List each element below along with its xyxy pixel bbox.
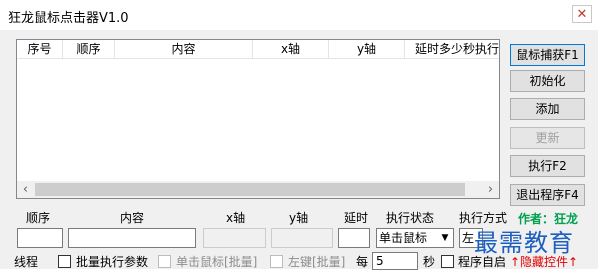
content-input[interactable]	[68, 228, 196, 248]
exec-mode-value: 左	[462, 231, 475, 245]
seconds-label: 秒	[423, 255, 436, 269]
update-button[interactable]: 更新	[510, 127, 585, 149]
column-header-x[interactable]: x轴	[253, 40, 329, 58]
x-input[interactable]	[203, 228, 266, 248]
list-header: 序号 顺序 内容 x轴 y轴 延时多少秒执行	[17, 40, 499, 59]
content-label: 内容	[120, 211, 145, 225]
close-icon: ✕	[576, 7, 588, 22]
column-header-index[interactable]: 序号	[17, 40, 63, 58]
delay-label: 延时	[344, 211, 369, 225]
capture-mouse-button[interactable]: 鼠标捕获F1	[510, 44, 585, 66]
order-label: 顺序	[26, 211, 51, 225]
single-click-batch-label: 单击鼠标[批量]	[176, 255, 258, 269]
exec-state-select[interactable]: 单击鼠标 ▼	[376, 228, 454, 248]
initialize-button[interactable]: 初始化	[510, 70, 585, 92]
thread-label: 线程	[14, 255, 39, 269]
exec-state-label: 执行状态	[386, 211, 435, 225]
seconds-value: 5	[376, 254, 384, 268]
y-input[interactable]	[271, 228, 333, 248]
single-click-batch-checkbox[interactable]	[158, 255, 171, 268]
add-button[interactable]: 添加	[510, 98, 585, 120]
chevron-down-icon: ▼	[437, 229, 453, 247]
every-label: 每	[356, 255, 369, 269]
column-header-delay[interactable]: 延时多少秒执行	[405, 40, 499, 58]
scrollbar-thumb[interactable]	[35, 183, 465, 196]
title-bar: 狂龙鼠标点击器V1.0 ✕	[0, 0, 598, 30]
x-label: x轴	[226, 211, 246, 225]
seconds-input[interactable]: 5	[372, 252, 418, 270]
left-key-batch-checkbox[interactable]	[270, 255, 283, 268]
close-button[interactable]: ✕	[572, 5, 592, 23]
exec-state-value: 单击鼠标	[379, 231, 428, 245]
column-header-order[interactable]: 顺序	[63, 40, 115, 58]
column-header-content[interactable]: 内容	[115, 40, 253, 58]
left-key-batch-label: 左键[批量]	[288, 255, 346, 269]
column-header-y[interactable]: y轴	[329, 40, 405, 58]
task-list[interactable]: 序号 顺序 内容 x轴 y轴 延时多少秒执行 ‹ ›	[16, 39, 500, 199]
watermark-text: 最需教育	[474, 229, 574, 257]
exit-button[interactable]: 退出程序F4	[510, 184, 585, 206]
horizontal-scrollbar[interactable]: ‹ ›	[17, 181, 499, 198]
scroll-left-icon[interactable]: ‹	[17, 181, 34, 198]
autostart-checkbox[interactable]	[441, 255, 454, 268]
window-title: 狂龙鼠标点击器V1.0	[8, 11, 129, 26]
batch-params-label: 批量执行参数	[76, 255, 149, 269]
delay-input[interactable]	[338, 228, 370, 248]
batch-params-checkbox[interactable]	[58, 255, 71, 268]
y-label: y轴	[289, 211, 309, 225]
execute-button[interactable]: 执行F2	[510, 155, 585, 177]
order-input[interactable]	[17, 228, 63, 248]
scroll-right-icon[interactable]: ›	[482, 181, 499, 198]
